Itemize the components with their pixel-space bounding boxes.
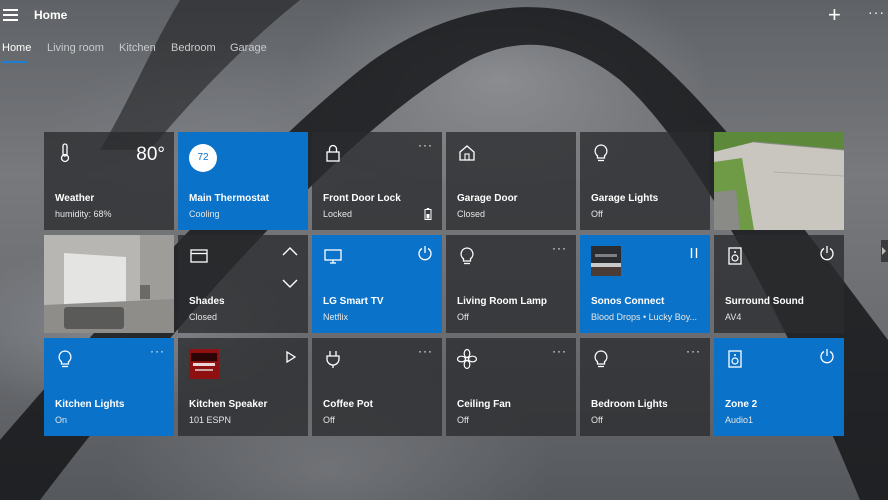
tile-name: Zone 2 bbox=[725, 399, 758, 410]
station-logo-image bbox=[189, 349, 219, 379]
tile-name: Shades bbox=[189, 296, 225, 307]
window-icon bbox=[190, 249, 208, 263]
tab-bedroom[interactable]: Bedroom bbox=[171, 42, 216, 54]
tile-status: Closed bbox=[457, 209, 486, 219]
tile-status: On bbox=[55, 415, 68, 425]
lightbulb-icon bbox=[58, 350, 72, 368]
tile-status: Off bbox=[591, 209, 603, 219]
tile-garage-lights[interactable]: Garage Lights Off bbox=[580, 132, 710, 230]
tile-kitchen-speaker[interactable]: Kitchen Speaker 101 ESPN bbox=[178, 338, 308, 436]
lightbulb-icon bbox=[460, 247, 474, 265]
lightbulb-icon bbox=[594, 144, 608, 162]
more-options-icon[interactable]: ··· bbox=[686, 344, 701, 358]
tile-main-thermostat[interactable]: 72 Main Thermostat Cooling bbox=[178, 132, 308, 230]
album-art-image bbox=[591, 246, 621, 276]
camera-feed-image bbox=[714, 132, 844, 230]
speaker-icon bbox=[728, 350, 742, 368]
tile-name: Bedroom Lights bbox=[591, 399, 668, 410]
tile-name: Surround Sound bbox=[725, 296, 804, 307]
tile-status: 101 ESPN bbox=[189, 415, 232, 425]
tile-name: Ceiling Fan bbox=[457, 399, 511, 410]
tile-status: Off bbox=[457, 415, 469, 425]
tile-coffee-pot[interactable]: ··· Coffee Pot Off bbox=[312, 338, 442, 436]
battery-icon bbox=[424, 208, 432, 220]
scroll-right-handle[interactable] bbox=[881, 240, 888, 262]
tile-name: Coffee Pot bbox=[323, 399, 373, 410]
tile-kitchen-lights[interactable]: ··· Kitchen Lights On bbox=[44, 338, 174, 436]
tile-zone-2[interactable]: Zone 2 Audio1 bbox=[714, 338, 844, 436]
weather-temperature: 80° bbox=[136, 144, 165, 165]
tile-name: Main Thermostat bbox=[189, 193, 270, 204]
plug-icon bbox=[326, 351, 340, 368]
tile-garage-door[interactable]: Garage Door Closed bbox=[446, 132, 576, 230]
tile-lg-smart-tv[interactable]: LG Smart TV Netflix bbox=[312, 235, 442, 333]
tile-status: Audio1 bbox=[725, 415, 754, 425]
tile-weather[interactable]: 80° Weather humidity: 68% bbox=[44, 132, 174, 230]
tile-status: AV4 bbox=[725, 312, 742, 322]
camera-feed-image bbox=[44, 235, 174, 333]
tile-name: Garage Lights bbox=[591, 193, 659, 204]
fan-icon bbox=[456, 348, 478, 370]
app-title: Home bbox=[34, 8, 68, 22]
shade-up-down-icon[interactable] bbox=[282, 245, 298, 289]
tile-status: humidity: 68% bbox=[55, 209, 112, 219]
play-icon[interactable] bbox=[286, 351, 296, 363]
tile-living-room-lamp[interactable]: ··· Living Room Lamp Off bbox=[446, 235, 576, 333]
tile-name: Front Door Lock bbox=[323, 193, 401, 204]
house-icon bbox=[459, 145, 475, 161]
tab-home[interactable]: Home bbox=[2, 42, 31, 54]
speaker-icon bbox=[728, 247, 742, 265]
more-options-button[interactable]: ··· bbox=[868, 4, 885, 20]
thermometer-icon bbox=[60, 143, 70, 163]
tab-kitchen[interactable]: Kitchen bbox=[119, 42, 156, 54]
tile-name: Kitchen Speaker bbox=[189, 399, 268, 410]
power-icon[interactable] bbox=[819, 348, 835, 364]
more-options-icon[interactable]: ··· bbox=[552, 344, 567, 358]
tile-status: Locked bbox=[323, 209, 353, 219]
tile-sonos-connect[interactable]: Sonos Connect Blood Drops • Lucky Boy... bbox=[580, 235, 710, 333]
add-button[interactable]: + bbox=[828, 4, 841, 26]
tile-status: Off bbox=[457, 312, 469, 322]
more-options-icon[interactable]: ··· bbox=[418, 344, 433, 358]
tv-icon bbox=[324, 249, 342, 264]
tile-name: Garage Door bbox=[457, 193, 518, 204]
active-tab-indicator bbox=[2, 61, 28, 63]
tab-living-room[interactable]: Living room bbox=[47, 42, 104, 54]
thermostat-setpoint: 72 bbox=[189, 144, 217, 172]
more-options-icon[interactable]: ··· bbox=[418, 138, 433, 152]
pause-icon[interactable] bbox=[689, 247, 699, 259]
tile-status: Off bbox=[323, 415, 335, 425]
tile-status: Closed bbox=[189, 312, 218, 322]
tile-status: Blood Drops • Lucky Boy... bbox=[591, 312, 698, 322]
tile-ceiling-fan[interactable]: ··· Ceiling Fan Off bbox=[446, 338, 576, 436]
power-icon[interactable] bbox=[819, 245, 835, 261]
tile-name: LG Smart TV bbox=[323, 296, 384, 307]
title-bar: Home + ··· bbox=[0, 0, 888, 32]
tab-garage[interactable]: Garage bbox=[230, 42, 267, 54]
tile-shades[interactable]: Shades Closed bbox=[178, 235, 308, 333]
tile-bedroom-lights[interactable]: ··· Bedroom Lights Off bbox=[580, 338, 710, 436]
lock-icon bbox=[326, 144, 340, 162]
tile-driveway-camera[interactable] bbox=[714, 132, 844, 230]
more-options-icon[interactable]: ··· bbox=[150, 344, 165, 358]
tile-status: Off bbox=[591, 415, 603, 425]
tile-living-room-camera[interactable] bbox=[44, 235, 174, 333]
tile-name: Living Room Lamp bbox=[457, 296, 547, 307]
tile-status: Netflix bbox=[323, 312, 349, 322]
tile-name: Weather bbox=[55, 193, 95, 204]
hamburger-menu-icon[interactable] bbox=[3, 9, 18, 21]
power-icon[interactable] bbox=[417, 245, 433, 261]
tile-name: Sonos Connect bbox=[591, 296, 665, 307]
tile-status: Cooling bbox=[189, 209, 220, 219]
tile-surround-sound[interactable]: Surround Sound AV4 bbox=[714, 235, 844, 333]
more-options-icon[interactable]: ··· bbox=[552, 241, 567, 255]
tile-front-door-lock[interactable]: ··· Front Door Lock Locked bbox=[312, 132, 442, 230]
lightbulb-icon bbox=[594, 350, 608, 368]
tile-name: Kitchen Lights bbox=[55, 399, 125, 410]
